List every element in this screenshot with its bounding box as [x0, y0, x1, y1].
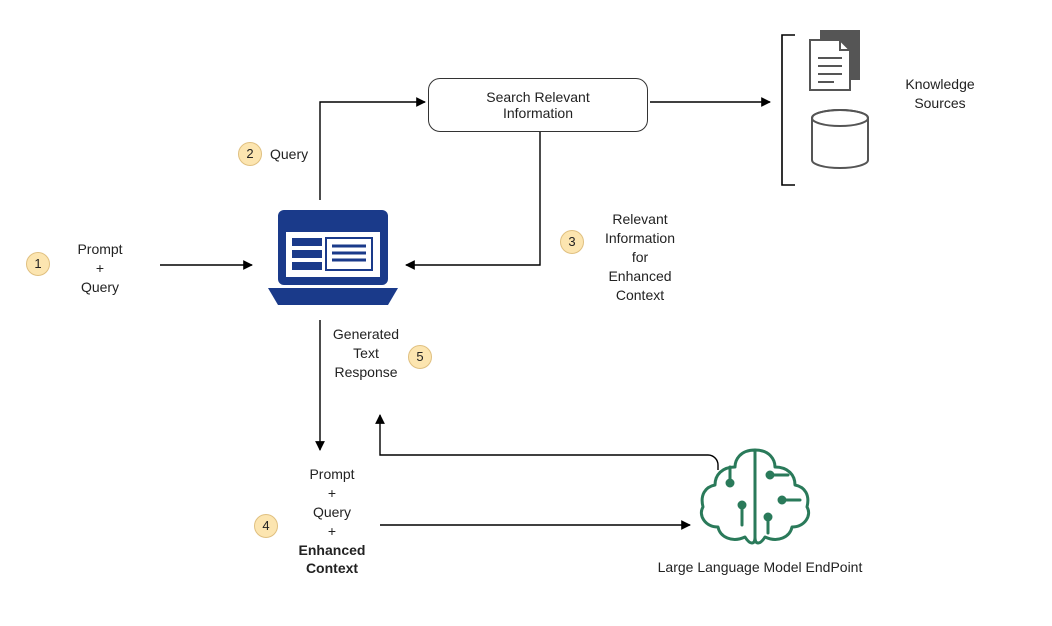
step-2-label: Query: [270, 145, 330, 164]
step-4-label: Prompt + Query + Enhanced Context: [282, 465, 382, 578]
step-5-label: Generated Text Response: [326, 325, 406, 382]
search-relevant-info-box: Search Relevant Information: [428, 78, 648, 132]
knowledge-sources-label: Knowledge Sources: [890, 75, 990, 113]
step-badge-1: 1: [26, 252, 50, 276]
documents-icon: [810, 30, 860, 90]
brain-circuit-icon: [701, 450, 808, 543]
step-badge-4: 4: [254, 514, 278, 538]
llm-endpoint-label: Large Language Model EndPoint: [620, 558, 900, 577]
step-1-label: Prompt + Query: [60, 240, 140, 297]
step-badge-2: 2: [238, 142, 262, 166]
database-icon: [812, 110, 868, 168]
step-badge-5: 5: [408, 345, 432, 369]
step-3-label: Relevant Information for Enhanced Contex…: [590, 210, 690, 304]
step-badge-3: 3: [560, 230, 584, 254]
laptop-icon: [268, 210, 398, 305]
